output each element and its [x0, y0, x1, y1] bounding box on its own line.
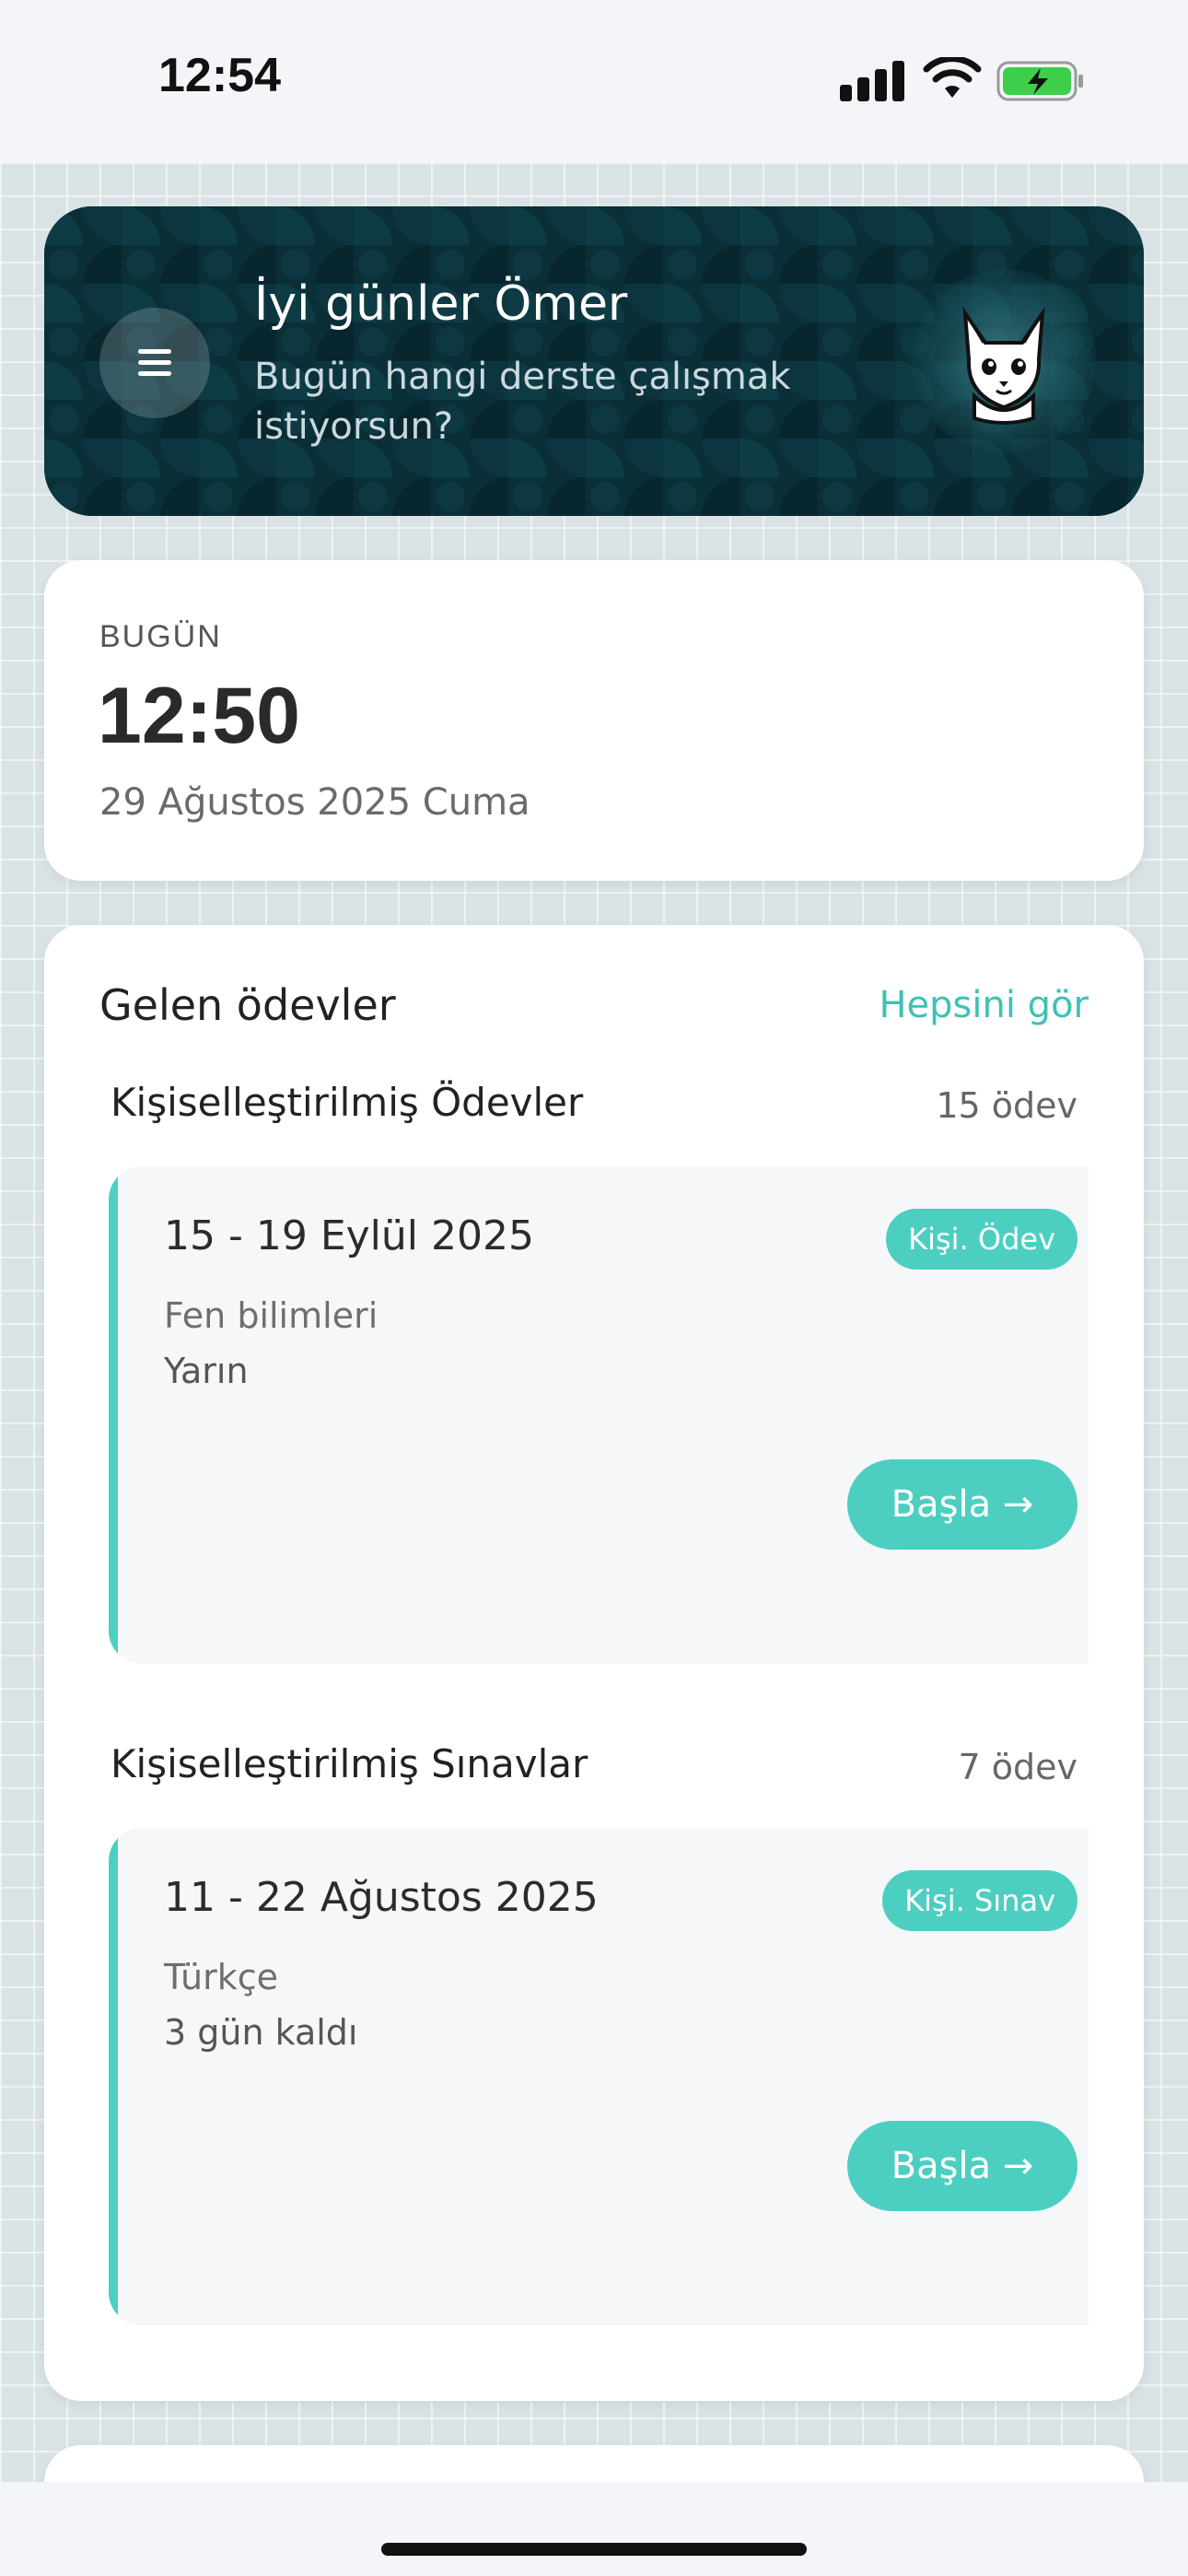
- homework-task-item[interactable]: 15 - 19 Eylül 2025 Kişi. Ödev Fen biliml…: [109, 1166, 1089, 1664]
- task-due: Yarın: [164, 1351, 249, 1391]
- bottom-bar: [0, 2482, 1188, 2576]
- task-subject: Türkçe: [164, 1957, 278, 1997]
- signal-icon: [840, 57, 906, 101]
- see-all-link[interactable]: Hepsini gör: [879, 984, 1089, 1026]
- menu-button[interactable]: [99, 308, 210, 418]
- hamburger-menu-icon: [138, 349, 171, 377]
- greeting-title: İyi günler Ömer: [254, 276, 628, 332]
- battery-charging-icon: [996, 61, 1083, 101]
- task-badge: Kişi. Ödev: [886, 1209, 1077, 1270]
- start-button[interactable]: Başla →: [847, 1459, 1077, 1550]
- today-time: 12:50: [98, 672, 300, 760]
- status-bar: 12:54: [0, 0, 1188, 162]
- today-card: BUGÜN 12:50 29 Ağustos 2025 Cuma: [44, 560, 1144, 881]
- section-count-personal-exams: 7 ödev: [958, 1747, 1078, 1787]
- task-badge: Kişi. Sınav: [882, 1870, 1077, 1931]
- homework-title: Gelen ödevler: [99, 980, 396, 1030]
- exam-task-item[interactable]: 11 - 22 Ağustos 2025 Kişi. Sınav Türkçe …: [109, 1828, 1089, 2325]
- task-title: 15 - 19 Eylül 2025: [164, 1212, 534, 1259]
- status-time: 12:54: [158, 49, 281, 102]
- wifi-icon: [923, 57, 982, 98]
- greeting-subtitle: Bugün hangi derste çalışmak istiyorsun?: [254, 356, 791, 448]
- homework-card: Gelen ödevler Hepsini gör Kişiselleştiri…: [44, 925, 1144, 2401]
- task-due: 3 gün kaldı: [164, 2012, 358, 2053]
- section-count-personal-homework: 15 ödev: [936, 1085, 1077, 1126]
- start-button[interactable]: Başla →: [847, 2121, 1077, 2211]
- today-date: 29 Ağustos 2025 Cuma: [99, 781, 530, 824]
- section-title-personal-exams: Kişiselleştirilmiş Sınavlar: [111, 1741, 588, 1786]
- home-indicator[interactable]: [381, 2543, 807, 2556]
- task-title: 11 - 22 Ağustos 2025: [164, 1874, 599, 1921]
- mascot-avatar-button[interactable]: [912, 269, 1096, 453]
- fox-mascot-icon: [962, 306, 1045, 425]
- today-label: BUGÜN: [99, 619, 222, 654]
- task-subject: Fen bilimleri: [164, 1295, 379, 1336]
- section-title-personal-homework: Kişiselleştirilmiş Ödevler: [111, 1080, 584, 1125]
- greeting-banner: İyi günler Ömer Bugün hangi derste çalış…: [44, 206, 1144, 516]
